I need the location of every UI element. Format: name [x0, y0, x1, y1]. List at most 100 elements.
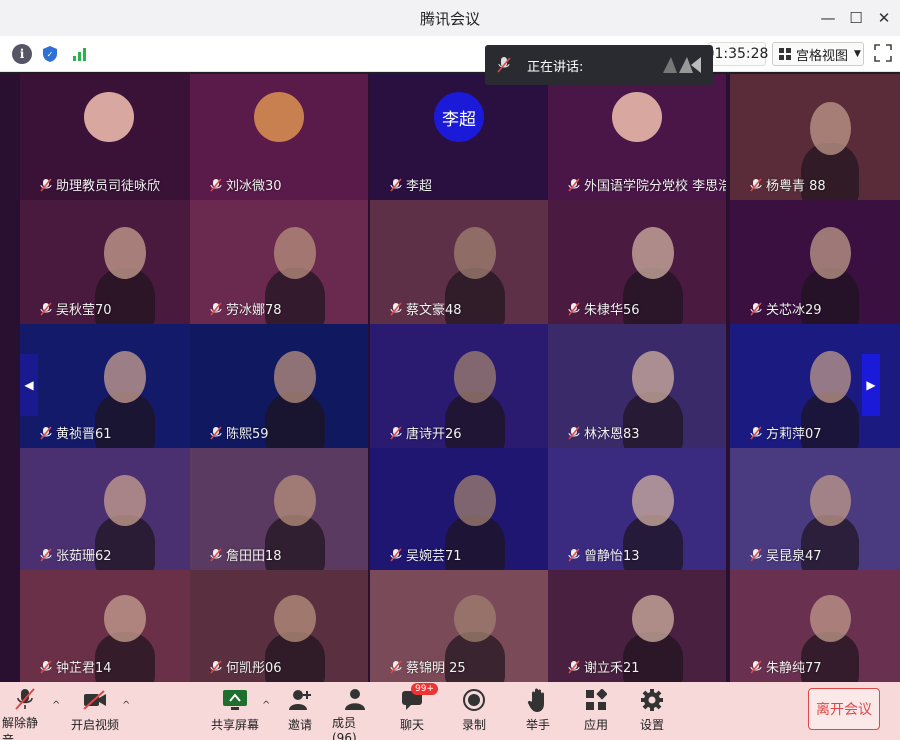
grid-icon	[779, 47, 791, 60]
record-button[interactable]: 录制	[456, 682, 492, 740]
participant-name-label: 陈熙59	[226, 427, 269, 442]
participant-name: 唐诗开26	[390, 423, 462, 442]
participant-tile[interactable]: 吴婉芸71	[370, 448, 548, 570]
avatar: 李超	[434, 92, 484, 142]
avatar	[254, 92, 304, 142]
participant-tile[interactable]: 杨粤青 88	[730, 74, 900, 200]
share-screen-button[interactable]: 共享屏幕	[210, 682, 260, 740]
video-options-caret[interactable]: ^	[122, 700, 130, 711]
leave-meeting-button[interactable]: 离开会议	[808, 688, 880, 730]
participant-tile[interactable]: 蔡锦明 25	[370, 570, 548, 682]
participant-tile[interactable]: 朱静纯77	[730, 570, 900, 682]
participant-tile[interactable]: 吴昆泉47	[730, 448, 900, 570]
shield-icon[interactable]: ✓	[40, 44, 60, 64]
participant-tile[interactable]: 詹田田18	[190, 448, 368, 570]
mic-muted-icon	[750, 178, 762, 191]
share-options-caret[interactable]: ^	[262, 700, 270, 711]
participant-face	[809, 351, 851, 404]
participant-tile[interactable]: 黄祯晋61	[20, 324, 198, 448]
participant-face	[453, 474, 497, 527]
participant-name-label: 钟芷君14	[56, 661, 112, 676]
video-grid: 助理教员司徒咏欣 刘冰微30 李超 李超 外国语学院分党校 李思浩 杨粤青 88 吴秋莹70…	[0, 74, 900, 682]
signal-icon[interactable]	[70, 44, 90, 64]
mic-muted-icon	[390, 178, 402, 191]
participant-tile[interactable]: 谢立禾21	[548, 570, 726, 682]
view-switch-button[interactable]: 宫格视图 ▼	[772, 42, 864, 66]
gear-icon	[639, 687, 665, 713]
participant-tile[interactable]: 唐诗开26	[370, 324, 548, 448]
participant-name-label: 吴婉芸71	[406, 549, 462, 564]
participant-face	[809, 594, 851, 642]
participant-tile[interactable]: 助理教员司徒咏欣	[20, 74, 198, 200]
start-video-button[interactable]: 开启视频	[70, 682, 120, 740]
participant-tile[interactable]: 刘冰微30	[190, 74, 368, 200]
participant-tile[interactable]: 朱棣华56	[548, 200, 726, 324]
unmute-button[interactable]: 解除静音	[2, 682, 48, 740]
chat-icon: 99+	[399, 683, 438, 713]
participant-name: 助理教员司徒咏欣	[40, 175, 160, 194]
close-button[interactable]: ✕	[870, 0, 898, 36]
participant-name: 吴秋莹70	[40, 299, 112, 318]
settings-button[interactable]: 设置	[634, 682, 670, 740]
participant-name-label: 曾静怡13	[584, 549, 640, 564]
participant-name-label: 詹田田18	[226, 549, 282, 564]
participant-face	[273, 474, 317, 527]
add-user-icon	[287, 687, 313, 713]
raise-hand-button[interactable]: 举手	[520, 682, 556, 740]
participant-tile[interactable]: 蔡文豪48	[370, 200, 548, 324]
next-page-arrow[interactable]: ▶	[862, 354, 880, 416]
minimize-button[interactable]: —	[814, 0, 842, 36]
participant-tile[interactable]: 吴秋莹70	[20, 200, 198, 324]
participant-name: 方莉萍07	[750, 423, 822, 442]
participant-tile[interactable]: 林沐恩83	[548, 324, 726, 448]
participant-name: 谢立禾21	[568, 657, 640, 676]
mic-muted-icon	[750, 426, 762, 439]
participant-tile[interactable]: 曾静怡13	[548, 448, 726, 570]
mic-muted-icon	[210, 660, 222, 673]
mic-muted-icon	[568, 302, 580, 315]
participant-tile[interactable]: 外国语学院分党校 李思浩	[548, 74, 726, 200]
participant-name-label: 蔡锦明 25	[406, 661, 466, 676]
prev-page-arrow[interactable]: ◀	[20, 354, 38, 416]
mic-muted-icon	[210, 426, 222, 439]
participant-name-label: 关芯冰29	[766, 303, 822, 318]
audio-options-caret[interactable]: ^	[52, 700, 60, 711]
apps-button[interactable]: 应用	[578, 682, 614, 740]
participant-tile[interactable]: 关芯冰29	[730, 200, 900, 324]
camera-off-icon	[82, 687, 108, 713]
meeting-timer: 01:35:28	[706, 42, 768, 66]
participant-face	[809, 101, 851, 155]
chat-button[interactable]: 99+ 聊天	[396, 682, 438, 740]
fullscreen-icon[interactable]	[874, 44, 892, 62]
participant-tile[interactable]: 劳冰娜78	[190, 200, 368, 324]
invite-button[interactable]: 邀请	[284, 682, 316, 740]
info-icon[interactable]: i	[12, 44, 32, 64]
participant-name-label: 劳冰娜78	[226, 303, 282, 318]
participant-name-label: 李超	[406, 179, 433, 194]
participant-name: 刘冰微30	[210, 175, 282, 194]
participant-tile[interactable]: 张茹珊62	[20, 448, 198, 570]
mic-muted-icon	[568, 660, 580, 673]
start-video-label: 开启视频	[70, 718, 119, 732]
mic-muted-icon	[40, 660, 52, 673]
mic-muted-icon	[750, 660, 762, 673]
members-icon	[342, 687, 368, 711]
participant-tile[interactable]: 钟芷君14	[20, 570, 198, 682]
participant-face	[809, 227, 851, 280]
participant-tile[interactable]: 李超 李超	[370, 74, 548, 200]
participant-tile[interactable]: 陈熙59	[190, 324, 368, 448]
participant-name: 何凯彤06	[210, 657, 282, 676]
mic-muted-icon	[210, 302, 222, 315]
record-icon	[461, 687, 487, 713]
participant-face	[453, 594, 497, 642]
speaking-label: 正在讲话:	[527, 59, 584, 75]
mic-muted-icon	[40, 178, 52, 191]
maximize-button[interactable]: ☐	[842, 0, 870, 36]
share-screen-icon	[222, 687, 248, 713]
participant-tile[interactable]: 何凯彤06	[190, 570, 368, 682]
members-button[interactable]: 成员(96)	[332, 682, 378, 740]
participant-name: 吴婉芸71	[390, 545, 462, 564]
participant-name: 朱棣华56	[568, 299, 640, 318]
members-label: 成员(96)	[332, 716, 357, 740]
participant-name: 劳冰娜78	[210, 299, 282, 318]
